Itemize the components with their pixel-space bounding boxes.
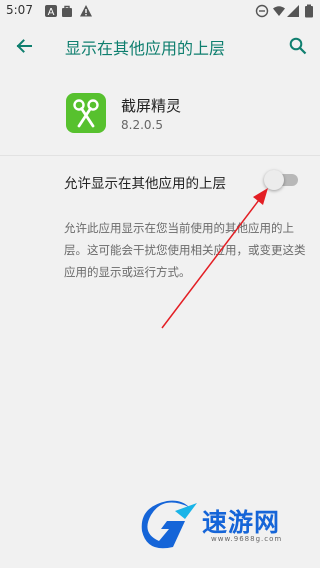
signal-icon — [287, 5, 299, 17]
app-version: 8.2.0.5 — [121, 118, 163, 132]
scissors-icon — [73, 99, 99, 128]
a-icon: A — [45, 5, 57, 18]
watermark-url: www.9688g.com — [211, 535, 283, 543]
app-icon — [66, 93, 106, 133]
status-time: 5:07 — [6, 3, 33, 17]
permission-label: 允许显示在其他应用的上层 — [64, 176, 226, 192]
status-bar: 5:07 A — [0, 0, 320, 22]
toggle-thumb — [264, 170, 284, 190]
warning-icon — [80, 5, 92, 17]
back-arrow-icon[interactable] — [14, 36, 34, 56]
search-icon[interactable] — [288, 36, 308, 56]
permission-row[interactable]: 允许显示在其他应用的上层 — [0, 156, 320, 204]
bag-icon — [62, 5, 72, 17]
wifi-icon — [273, 6, 285, 16]
minus-circle-icon — [255, 4, 269, 18]
app-name: 截屏精灵 — [121, 97, 182, 115]
permission-description: 允许此应用显示在您当前使用的其他应用的上层。这可能会干扰您使用相关应用，或变更这… — [64, 221, 306, 279]
annotation-arrow-icon — [161, 188, 268, 329]
app-bar: 显示在其他应用的上层 — [0, 22, 320, 70]
watermark-logo-icon — [141, 500, 197, 549]
page-title: 显示在其他应用的上层 — [65, 39, 226, 58]
svg-text:A: A — [48, 7, 55, 18]
watermark-text: 速游网 — [202, 508, 281, 537]
battery-icon — [305, 4, 313, 18]
permission-toggle[interactable] — [264, 170, 300, 190]
